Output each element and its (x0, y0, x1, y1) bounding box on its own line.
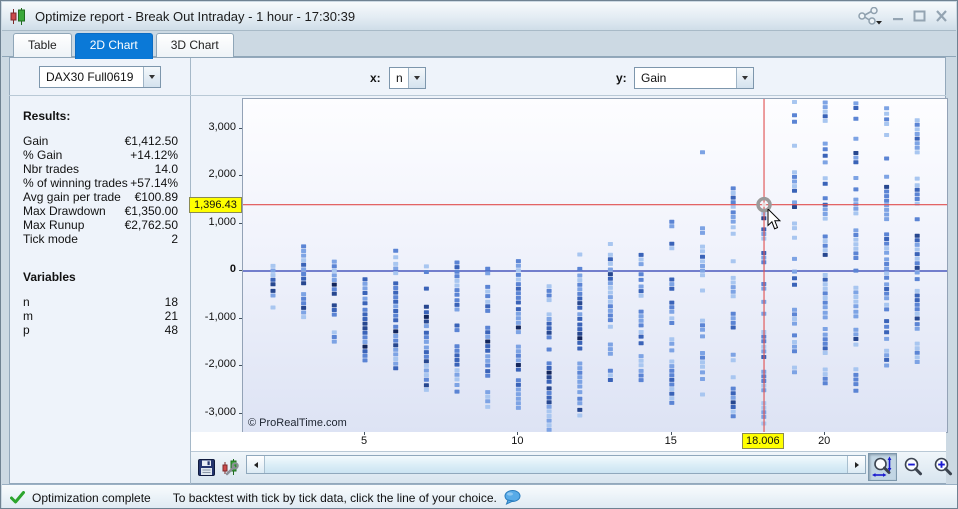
result-row: Avg gain per trade €100.89 (23, 190, 178, 204)
share-icon[interactable] (857, 7, 883, 25)
row-label: % of winning trades (23, 176, 128, 190)
minimize-icon[interactable] (892, 10, 904, 22)
status-message: Optimization complete (32, 491, 151, 505)
optimize-report-window: Optimize report - Break Out Intraday - 1… (0, 0, 958, 509)
x-axis-tick-label: 15 (651, 435, 691, 447)
tab-3d-chart[interactable]: 3D Chart (156, 33, 234, 58)
horizontal-scrollbar[interactable] (246, 455, 866, 474)
instrument-dropdown-arrow-icon[interactable] (143, 67, 160, 87)
zoom-in-button[interactable] (928, 453, 957, 481)
results-rows: Gain €1,412.50 % Gain +14.12% Nbr trades 14.0… (23, 134, 178, 246)
chart-settings-icon (221, 458, 240, 477)
tab-table[interactable]: Table (13, 33, 72, 58)
y-axis-dropdown-arrow-icon[interactable] (736, 68, 753, 88)
close-icon[interactable] (935, 10, 948, 22)
y-axis-tick-label: 3,000 (190, 121, 236, 133)
row-value: €100.89 (135, 190, 178, 204)
x-axis-picker-label: x: (370, 71, 381, 85)
y-axis-tick-label: 2,000 (190, 168, 236, 180)
y-axis-value: Gain (635, 68, 736, 88)
results-heading: Results: (23, 109, 178, 123)
x-axis-select[interactable]: n (389, 67, 426, 89)
y-axis-picker-label: y: (616, 71, 627, 85)
row-label: Nbr trades (23, 162, 79, 176)
row-label: Tick mode (23, 232, 78, 246)
tab-2d-chart[interactable]: 2D Chart (75, 33, 153, 59)
scatter-plot-area[interactable]: © ProRealTime.com (242, 98, 948, 433)
y-axis-tick-label: -2,000 (190, 358, 236, 370)
zoom-fit-axes-icon (872, 456, 894, 478)
result-row: Gain €1,412.50 (23, 134, 178, 148)
result-row: Max Runup €2,762.50 (23, 218, 178, 232)
instrument-value: DAX30 Full0619 (40, 67, 143, 87)
row-label: Avg gain per trade (23, 190, 121, 204)
window-title: Optimize report - Break Out Intraday - 1… (35, 9, 355, 24)
variables-heading: Variables (23, 270, 178, 284)
mouse-cursor-icon (767, 209, 781, 236)
row-label: Max Runup (23, 218, 84, 232)
row-value: 14.0 (155, 162, 178, 176)
row-value: 2 (171, 232, 178, 246)
titlebar: Optimize report - Break Out Intraday - 1… (2, 2, 956, 31)
zoom-out-icon (902, 456, 924, 478)
crosshair-x-label: 18.006 (742, 433, 784, 449)
result-row: % of winning trades+57.14% (23, 176, 178, 190)
row-label: % Gain (23, 148, 62, 162)
x-axis-tick-label: 10 (497, 435, 537, 447)
scatter-points[interactable] (243, 99, 947, 432)
result-row: Max Drawdown €1,350.00 (23, 204, 178, 218)
row-label: p (23, 323, 30, 337)
x-axis-tick-label: 5 (344, 435, 384, 447)
crosshair-y-label: 1,396.43 (189, 197, 242, 213)
row-label: n (23, 295, 30, 309)
instrument-select[interactable]: DAX30 Full0619 (39, 66, 161, 88)
y-axis-tick-label: -3,000 (190, 406, 236, 418)
status-hint: To backtest with tick by tick data, clic… (173, 491, 497, 505)
candlestick-chart-icon (9, 8, 27, 25)
variable-row: m 21 (23, 309, 178, 323)
variables-rows: n 18 m 21 p 48 (23, 295, 178, 337)
tab-bar: Table2D Chart3D Chart (13, 33, 237, 57)
save-icon (198, 459, 215, 476)
row-label: Max Drawdown (23, 204, 106, 218)
zoom-out-button[interactable] (898, 453, 927, 481)
x-axis-dropdown-arrow-icon[interactable] (408, 68, 425, 88)
green-check-icon (10, 491, 25, 504)
row-value: 18 (165, 295, 178, 309)
zoom-fit-axes-button[interactable] (868, 453, 897, 481)
result-row: Tick mode 2 (23, 232, 178, 246)
variable-row: p 48 (23, 323, 178, 337)
row-value: +57.14% (130, 176, 178, 190)
row-label: Gain (23, 134, 48, 148)
scroll-right-arrow-icon[interactable] (847, 456, 865, 473)
save-button[interactable] (195, 455, 217, 479)
y-axis-tick-label: -1,000 (190, 311, 236, 323)
row-value: €1,412.50 (125, 134, 178, 148)
result-row: Nbr trades 14.0 (23, 162, 178, 176)
scrollbar-thumb[interactable] (265, 456, 847, 473)
row-label: m (23, 309, 33, 323)
watermark: © ProRealTime.com (248, 417, 347, 429)
x-axis-tick-label: 20 (804, 435, 844, 447)
zoom-in-icon (932, 456, 954, 478)
x-axis-value: n (390, 68, 408, 88)
y-axis-tick-label: 1,000 (190, 216, 236, 228)
speech-bubble-icon[interactable] (504, 490, 521, 505)
chart-settings-button[interactable] (219, 455, 241, 479)
results-sidebar: Results: Gain€1,412.50% Gain+14.12%Nbr t… (10, 96, 189, 482)
row-value: €2,762.50 (125, 218, 178, 232)
chart-toolbar (191, 452, 946, 483)
row-value: 21 (165, 309, 178, 323)
row-value: +14.12% (130, 148, 178, 162)
status-bar: Optimization complete To backtest with t… (2, 484, 958, 509)
x-axis: 18.006 5 10 15 20 (191, 432, 946, 451)
y-axis-tick-label: 0 (190, 263, 236, 275)
scroll-left-arrow-icon[interactable] (247, 456, 265, 473)
result-row: % Gain +14.12% (23, 148, 178, 162)
row-value: €1,350.00 (125, 204, 178, 218)
row-value: 48 (165, 323, 178, 337)
variable-row: n 18 (23, 295, 178, 309)
y-axis-select[interactable]: Gain (634, 67, 754, 89)
maximize-icon[interactable] (913, 10, 926, 22)
